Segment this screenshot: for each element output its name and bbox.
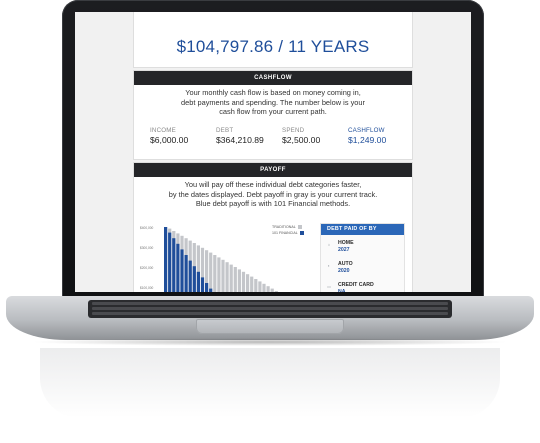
debt-paid-header: DEBT PAID OF BY (321, 224, 404, 235)
laptop-reflection (40, 348, 500, 418)
legend-label: 101 FINANCIAL (272, 231, 298, 235)
bar-traditional (258, 281, 262, 292)
stat-label: INCOME (150, 127, 176, 134)
payoff-text-line: by the dates displayed. Debt payoff in g… (168, 189, 378, 199)
payoff-text-line: Blue debt payoff is with 101 Financial m… (195, 199, 351, 208)
payoff-summary-value: $104,797.86 / 11 YEARS (176, 37, 370, 56)
bar-traditional (233, 267, 237, 292)
bar-financial (209, 288, 213, 292)
stat-label: SPEND (282, 127, 305, 134)
legend-traditional: TRADITIONAL (272, 225, 302, 230)
stat-value: $1,249.00 (348, 135, 387, 145)
bar-traditional (246, 274, 250, 292)
debt-item-home: ⌂ HOME 2027 (325, 240, 403, 260)
car-icon: ◐ (327, 263, 331, 268)
bar-financial (168, 232, 172, 292)
stat-value: $2,500.00 (282, 135, 321, 145)
laptop-shadow (30, 338, 510, 346)
cashflow-description: Your monthly cash flow is based on money… (134, 85, 412, 117)
stat-label: DEBT (216, 127, 234, 134)
cashflow-text-line: cash flow from your current path. (219, 107, 327, 116)
bar-financial (164, 227, 168, 292)
y-tick-label: $200,000 (140, 266, 154, 270)
debt-item-year: 2020 (338, 268, 350, 274)
debt-item-name: CREDIT CARD (338, 282, 374, 288)
summary-card: $104,797.86 / 11 YEARS (133, 12, 413, 68)
keyboard-row (92, 307, 448, 310)
bar-traditional (266, 286, 270, 292)
bar-financial (184, 255, 188, 292)
laptop-screen: $104,797.86 / 11 YEARS CASHFLOW Your mon… (75, 12, 471, 292)
payoff-text-line: You will pay off these individual debt c… (184, 180, 362, 189)
bar-financial (200, 277, 205, 292)
debt-item-name: HOME (338, 240, 354, 246)
debt-item-year: NA (338, 289, 346, 292)
bar-traditional (270, 288, 274, 292)
stat-value: $6,000.00 (150, 135, 189, 145)
bar-traditional (209, 252, 213, 292)
payoff-description: You will pay off these individual debt c… (134, 177, 412, 209)
stat-income: INCOME $6,000.00 (150, 127, 188, 145)
bar-traditional (254, 279, 258, 292)
home-icon: ⌂ (327, 242, 331, 247)
bar-traditional (241, 271, 246, 292)
keyboard-row (92, 302, 448, 305)
debt-item-name: AUTO (338, 261, 353, 267)
bar-financial (196, 271, 200, 292)
legend-swatch-gray (297, 225, 302, 230)
legend-label: TRADITIONAL (272, 225, 296, 229)
y-tick-label: $400,000 (140, 226, 154, 230)
y-tick-label: $100,000 (140, 286, 154, 290)
debt-item-credit-card: ▭ CREDIT CARD NA (325, 282, 403, 292)
legend-financial: 101 FINANCIAL (272, 231, 304, 236)
stat-cashflow: CASHFLOW $1,249.00 (348, 127, 386, 145)
payoff-card: PAYOFF You will pay off these individual… (133, 162, 413, 292)
bar-traditional (250, 276, 254, 292)
bar-traditional (225, 262, 229, 292)
legend-swatch-blue (299, 231, 304, 236)
bar-traditional (237, 269, 241, 292)
bar-financial (192, 266, 196, 292)
cashflow-stats: INCOME $6,000.00 DEBT $364,210.89 SPEND … (150, 127, 400, 151)
bar-financial (176, 243, 180, 292)
cashflow-text-line: debt payments and spending. The number b… (181, 97, 365, 107)
stat-spend: SPEND $2,500.00 (282, 127, 320, 145)
debt-item-year: 2027 (338, 247, 350, 253)
bar-traditional (274, 291, 278, 292)
payoff-header: PAYOFF (134, 163, 412, 177)
bar-traditional (221, 259, 225, 292)
credit-card-icon: ▭ (327, 284, 331, 289)
bar-traditional (262, 283, 266, 292)
bar-financial (172, 238, 176, 292)
cashflow-card: CASHFLOW Your monthly cash flow is based… (133, 70, 413, 160)
stat-value: $364,210.89 (216, 135, 264, 145)
bar-financial (205, 283, 209, 292)
cashflow-header: CASHFLOW (134, 71, 412, 85)
stat-debt: DEBT $364,210.89 (216, 127, 264, 145)
cashflow-text-line: Your monthly cash flow is based on money… (185, 88, 361, 97)
debt-paid-panel: DEBT PAID OF BY ⌂ HOME 2027 ◐ AUTO 2020 … (320, 223, 405, 292)
keyboard-row (92, 312, 448, 315)
bar-financial (180, 249, 184, 292)
bar-traditional (229, 264, 233, 292)
laptop-trackpad (196, 319, 344, 334)
debt-item-auto: ◐ AUTO 2020 (325, 261, 403, 281)
bar-financial (188, 260, 192, 292)
y-tick-label: $300,000 (140, 246, 154, 250)
stat-label: CASHFLOW (348, 127, 385, 134)
bar-traditional (213, 255, 217, 292)
bar-traditional (217, 257, 221, 292)
